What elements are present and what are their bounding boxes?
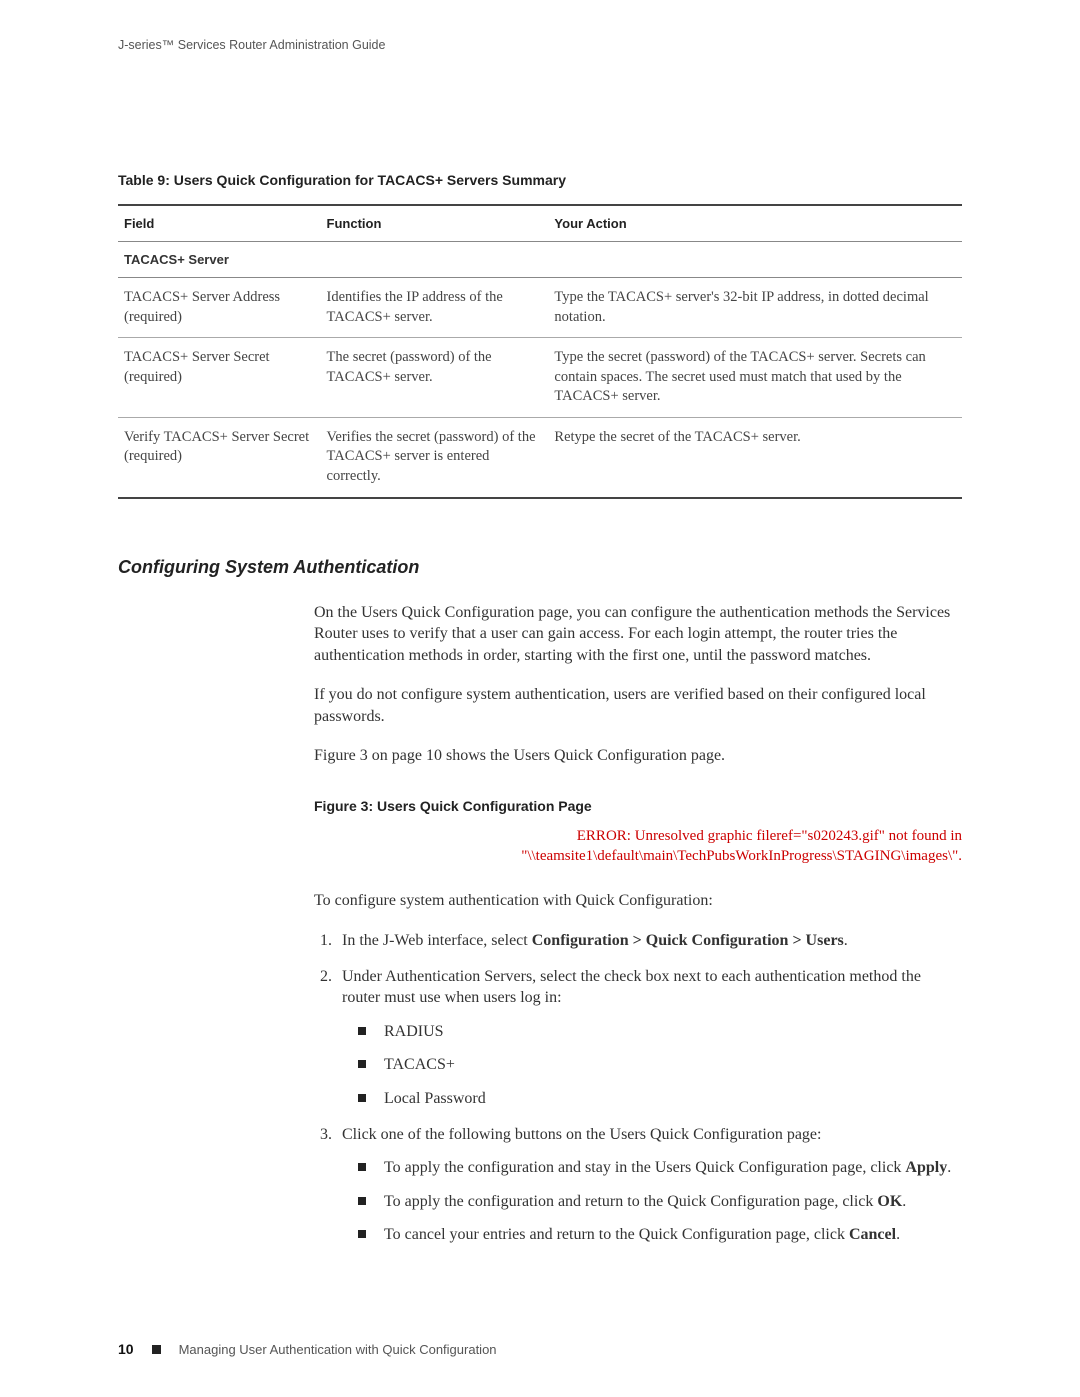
step-item: In the J-Web interface, select Configura… — [336, 930, 962, 952]
button-label-cancel: Cancel — [849, 1226, 896, 1243]
section-row-label: TACACS+ Server — [118, 242, 962, 278]
text: To cancel your entries and return to the… — [384, 1226, 849, 1243]
list-item: To cancel your entries and return to the… — [358, 1224, 962, 1246]
text: . — [902, 1193, 906, 1210]
list-item: To apply the configuration and stay in t… — [358, 1157, 962, 1179]
table-caption: Table 9: Users Quick Configuration for T… — [118, 172, 962, 188]
square-bullet-icon — [152, 1345, 161, 1354]
text: . — [947, 1159, 951, 1176]
text: . — [844, 932, 848, 949]
step-item: Under Authentication Servers, select the… — [336, 966, 962, 1110]
methods-list: RADIUS TACACS+ Local Password — [358, 1021, 962, 1110]
cell-field: TACACS+ Server Address (required) — [118, 278, 321, 338]
th-action: Your Action — [548, 205, 962, 242]
cell-field: TACACS+ Server Secret (required) — [118, 338, 321, 418]
breadcrumb-path: Configuration > Quick Configuration > Us… — [532, 932, 844, 949]
list-item: Local Password — [358, 1088, 962, 1110]
page-footer: 10 Managing User Authentication with Qui… — [118, 1341, 497, 1357]
tacacs-table: Field Function Your Action TACACS+ Serve… — [118, 204, 962, 499]
text: To apply the configuration and stay in t… — [384, 1159, 905, 1176]
th-function: Function — [321, 205, 549, 242]
text: Under Authentication Servers, select the… — [342, 968, 921, 1007]
table-row: TACACS+ Server Secret (required) The sec… — [118, 338, 962, 418]
buttons-list: To apply the configuration and stay in t… — [358, 1157, 962, 1246]
cell-action: Retype the secret of the TACACS+ server. — [548, 417, 962, 497]
list-item: RADIUS — [358, 1021, 962, 1043]
text: Click one of the following buttons on th… — [342, 1126, 821, 1143]
intro-line: To configure system authentication with … — [314, 890, 962, 912]
error-line: ERROR: Unresolved graphic fileref="s0202… — [577, 828, 962, 844]
step-item: Click one of the following buttons on th… — [336, 1124, 962, 1246]
paragraph: Figure 3 on page 10 shows the Users Quic… — [314, 745, 962, 767]
th-field: Field — [118, 205, 321, 242]
cell-function: Verifies the secret (password) of the TA… — [321, 417, 549, 497]
cell-field: Verify TACACS+ Server Secret (required) — [118, 417, 321, 497]
text: . — [896, 1226, 900, 1243]
table-row: TACACS+ Server Address (required) Identi… — [118, 278, 962, 338]
steps-list: In the J-Web interface, select Configura… — [336, 930, 962, 1246]
paragraph: If you do not configure system authentic… — [314, 684, 962, 727]
body-content: On the Users Quick Configuration page, y… — [314, 602, 962, 1246]
figure-caption: Figure 3: Users Quick Configuration Page — [314, 797, 962, 816]
paragraph: On the Users Quick Configuration page, y… — [314, 602, 962, 667]
footer-section-title: Managing User Authentication with Quick … — [179, 1342, 497, 1357]
list-item: To apply the configuration and return to… — [358, 1191, 962, 1213]
button-label-ok: OK — [877, 1193, 902, 1210]
page-number: 10 — [118, 1341, 134, 1357]
button-label-apply: Apply — [905, 1159, 947, 1176]
section-heading: Configuring System Authentication — [118, 557, 962, 578]
table-row: Verify TACACS+ Server Secret (required) … — [118, 417, 962, 497]
error-message: ERROR: Unresolved graphic fileref="s0202… — [314, 826, 962, 867]
running-head: J-series™ Services Router Administration… — [118, 38, 962, 52]
cell-function: Identifies the IP address of the TACACS+… — [321, 278, 549, 338]
text: In the J-Web interface, select — [342, 932, 532, 949]
cell-action: Type the TACACS+ server's 32-bit IP addr… — [548, 278, 962, 338]
list-item: TACACS+ — [358, 1054, 962, 1076]
cell-function: The secret (password) of the TACACS+ ser… — [321, 338, 549, 418]
cell-action: Type the secret (password) of the TACACS… — [548, 338, 962, 418]
error-line: "\\teamsite1\default\main\TechPubsWorkIn… — [521, 848, 962, 864]
text: To apply the configuration and return to… — [384, 1193, 877, 1210]
